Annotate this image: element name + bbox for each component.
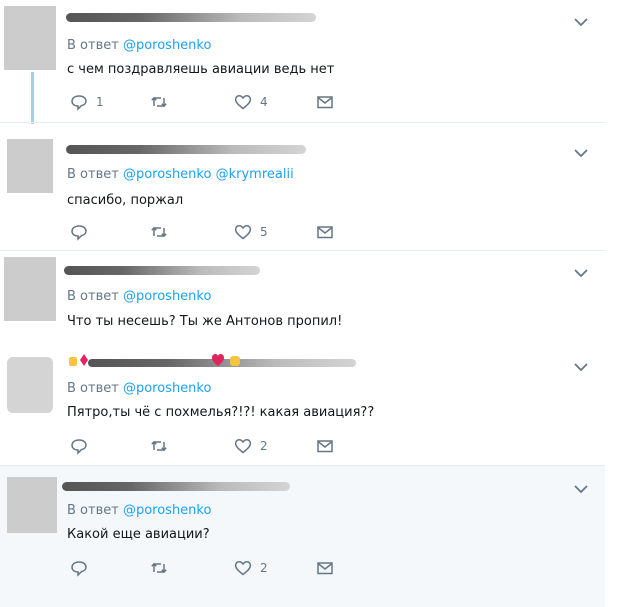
tweet-text: Что ты несешь? Ты же Антонов пропил!: [67, 314, 343, 329]
tweet-text: с чем поздравляешь авиации ведь нет: [67, 62, 335, 77]
like-button[interactable]: 4: [234, 93, 268, 111]
retweet-icon: [151, 226, 167, 238]
chevron-down-icon[interactable]: [574, 148, 588, 158]
reply-to-line: В ответ @poroshenko: [67, 503, 211, 518]
tweet-5[interactable]: В ответ @poroshenko Какой еще авиации? 2: [0, 465, 605, 607]
redacted-username: [64, 266, 260, 275]
retweet-button[interactable]: [150, 223, 176, 241]
heart-icon: [234, 561, 252, 576]
chevron-down-icon[interactable]: [574, 362, 588, 372]
like-count: 2: [260, 561, 268, 575]
tweet-actions: 2: [70, 437, 370, 457]
redacted-username: [66, 13, 316, 22]
chevron-down-icon[interactable]: [574, 268, 588, 278]
chevron-down-icon[interactable]: [574, 484, 588, 494]
redacted-username: [62, 482, 290, 491]
mention-link[interactable]: @poroshenko: [123, 167, 212, 182]
retweet-icon: [151, 96, 167, 108]
reply-icon: [71, 439, 87, 455]
avatar[interactable]: [4, 257, 56, 321]
retweet-button[interactable]: [150, 437, 176, 455]
tweet-text: спасибо, поржал: [67, 193, 184, 208]
like-button[interactable]: 2: [234, 559, 268, 577]
redacted-username: [66, 145, 306, 154]
like-count: 4: [260, 95, 268, 109]
tweet-3[interactable]: В ответ @poroshenko Что ты несешь? Ты же…: [0, 250, 605, 348]
reply-count: 1: [96, 95, 104, 109]
envelope-icon: [317, 440, 333, 453]
reply-icon: [71, 225, 87, 241]
retweet-icon: [151, 440, 167, 452]
heart-icon: [234, 225, 252, 240]
tweet-2[interactable]: В ответ @poroshenko @krymrealii спасибо,…: [0, 122, 605, 251]
avatar[interactable]: [4, 6, 56, 70]
like-button[interactable]: 5: [234, 223, 268, 241]
tweet-actions: 2: [70, 559, 370, 579]
reply-to-label: В ответ: [67, 167, 119, 182]
emoji-decoration-icon: [212, 354, 240, 366]
reply-icon: [71, 561, 87, 577]
reply-button[interactable]: [70, 559, 96, 577]
chevron-down-icon[interactable]: [574, 17, 588, 27]
reply-button[interactable]: [70, 437, 96, 455]
reply-to-line: В ответ @poroshenko: [67, 381, 211, 396]
mention-link[interactable]: @poroshenko: [123, 381, 212, 396]
emoji-decoration-icon: [69, 354, 88, 366]
retweet-button[interactable]: [150, 93, 176, 111]
reply-to-label: В ответ: [67, 381, 119, 396]
reply-button[interactable]: 1: [70, 93, 104, 111]
tweet-text: Какой еще авиации?: [67, 527, 210, 542]
like-count: 5: [260, 225, 268, 239]
heart-icon: [234, 439, 252, 454]
mention-link[interactable]: @poroshenko: [123, 289, 212, 304]
tweet-text: Пятро,ты чё с похмелья?!?! какая авиация…: [67, 405, 375, 420]
envelope-icon: [317, 96, 333, 109]
direct-message-button[interactable]: [316, 559, 334, 577]
reply-to-label: В ответ: [67, 289, 119, 304]
reply-to-line: В ответ @poroshenko: [67, 289, 211, 304]
direct-message-button[interactable]: [316, 93, 334, 111]
mention-link[interactable]: @poroshenko: [123, 503, 212, 518]
reply-button[interactable]: [70, 223, 96, 241]
like-count: 2: [260, 439, 268, 453]
reply-icon: [71, 95, 87, 111]
direct-message-button[interactable]: [316, 223, 334, 241]
envelope-icon: [317, 562, 333, 575]
mention-link[interactable]: @krymrealii: [216, 167, 294, 182]
reply-to-line: В ответ @poroshenko: [67, 38, 211, 53]
like-button[interactable]: 2: [234, 437, 268, 455]
retweet-icon: [151, 562, 167, 574]
avatar[interactable]: [7, 477, 57, 533]
tweet-actions: 5: [70, 223, 370, 243]
thread-line: [31, 72, 34, 124]
reply-to-line: В ответ @poroshenko @krymrealii: [67, 167, 294, 182]
tweet-actions: 1 4: [70, 93, 370, 113]
direct-message-button[interactable]: [316, 437, 334, 455]
reply-to-label: В ответ: [67, 503, 119, 518]
heart-icon: [234, 95, 252, 110]
envelope-icon: [317, 226, 333, 239]
retweet-button[interactable]: [150, 559, 176, 577]
avatar[interactable]: [7, 357, 53, 413]
mention-link[interactable]: @poroshenko: [123, 38, 212, 53]
avatar[interactable]: [7, 139, 53, 193]
tweet-1[interactable]: В ответ @poroshenko с чем поздравляешь а…: [0, 0, 605, 124]
reply-to-label: В ответ: [67, 38, 119, 53]
